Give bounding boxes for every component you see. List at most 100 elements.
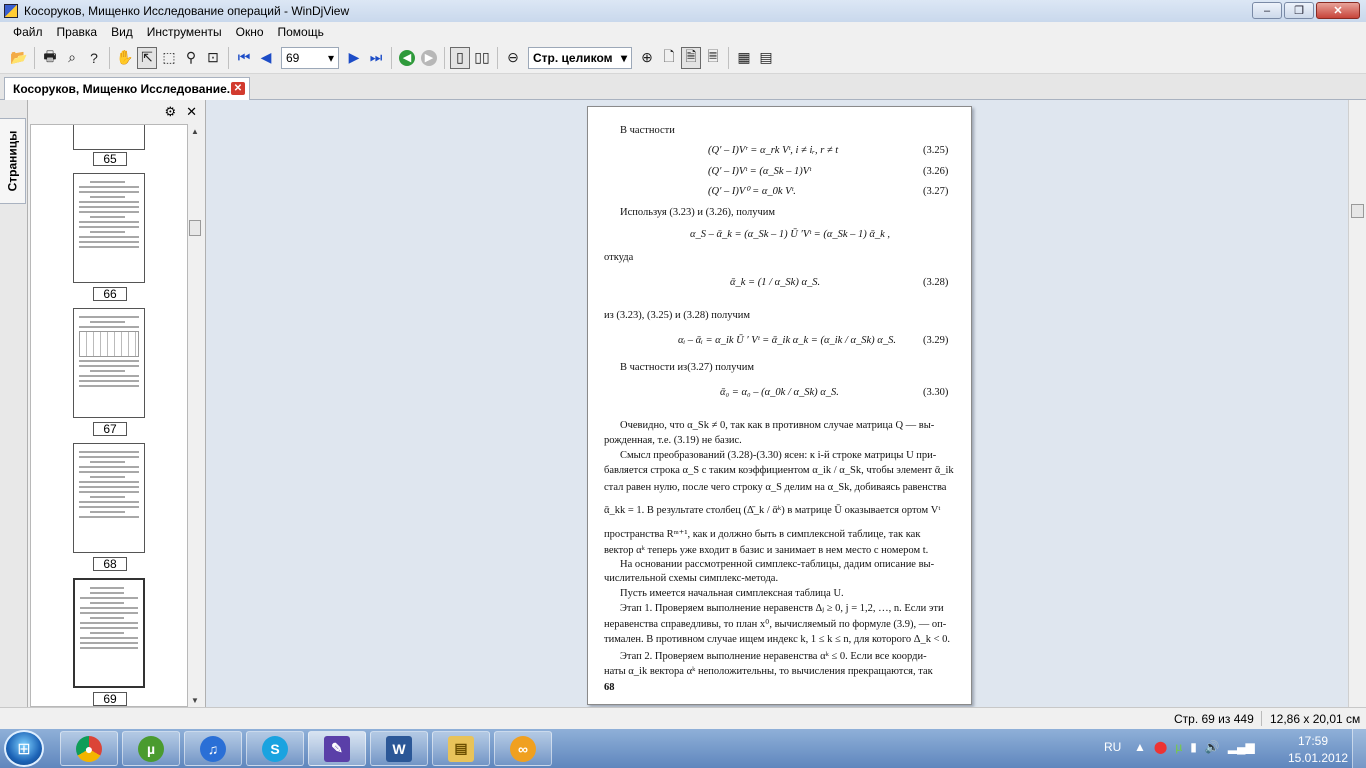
forward-icon[interactable]: ▶ [419, 47, 439, 69]
volume-icon[interactable]: 🔊 [1205, 740, 1220, 754]
taskbar-explorer[interactable]: ▤ [432, 731, 490, 766]
single-page-icon[interactable]: ▯ [450, 46, 470, 69]
tab-label: Косоруков, Мищенко Исследование... [13, 82, 237, 96]
thumbnails-panel: ⚙ ✕ 65 66 67 68 69 ▲ ▼ [28, 100, 206, 707]
thumbnail-label[interactable]: 67 [93, 422, 127, 436]
window-title: Косоруков, Мищенко Исследование операций… [24, 4, 350, 18]
zoom-in-icon[interactable]: ⊕ [637, 47, 657, 69]
two-pages-icon[interactable]: ▯▯ [472, 47, 492, 69]
open-file-icon[interactable]: 📂 [9, 47, 29, 69]
equation-number: (3.28) [923, 277, 949, 288]
toolbar-separator [728, 46, 729, 69]
system-tray: RU ▲ ⬤ µ ▮ 🔊 ▂▄▆ 17:59 15.01.2012 [1098, 729, 1366, 768]
color-mode-icon[interactable]: ▦ [734, 47, 754, 69]
clock-time[interactable]: 17:59 [1298, 734, 1328, 748]
menu-file[interactable]: Файл [6, 25, 50, 39]
toolbar-separator [109, 46, 110, 69]
scroll-down-icon[interactable]: ▼ [191, 696, 199, 705]
page-number-select[interactable]: 69 ▾ [281, 46, 339, 69]
next-page-icon[interactable]: ▶ [344, 47, 364, 69]
equation-number: (3.27) [923, 186, 949, 197]
taskbar-skype[interactable]: S [246, 731, 304, 766]
taskbar: ⊞ ● µ ♫ S ✎ W ▤ ∞ RU ▲ ⬤ µ ▮ 🔊 ▂▄▆ 17:59… [0, 729, 1366, 768]
close-icon[interactable]: ✕ [186, 104, 197, 120]
zoom-select[interactable]: Стр. целиком ▾ [528, 46, 632, 69]
device-icon[interactable]: ▮ [1190, 740, 1197, 754]
page-thumbnail[interactable] [73, 125, 145, 150]
status-page-size: 12,86 x 20,01 см [1270, 712, 1361, 726]
fit-page-icon[interactable]: 🗋 [659, 47, 679, 69]
last-page-icon[interactable]: ⏭ [366, 47, 386, 69]
clock-date[interactable]: 15.01.2012 [1288, 751, 1348, 765]
zoom-value: Стр. целиком [533, 50, 613, 65]
menu-window[interactable]: Окно [229, 25, 271, 39]
scroll-thumb[interactable] [189, 220, 201, 236]
skype-icon: S [262, 735, 288, 762]
rect-select-icon[interactable]: ⬚ [159, 47, 179, 69]
first-page-icon[interactable]: ⏮ [234, 47, 254, 69]
taskbar-itunes[interactable]: ♫ [184, 731, 242, 766]
gear-icon[interactable]: ⚙ [164, 104, 176, 120]
title-bar: Косоруков, Мищенко Исследование операций… [0, 0, 1366, 22]
page-thumbnail[interactable] [73, 173, 145, 283]
chevron-down-icon: ▾ [327, 50, 334, 65]
app-icon: ∞ [510, 735, 536, 762]
taskbar-utorrent[interactable]: µ [122, 731, 180, 766]
pages-tab-label: Страницы [5, 130, 20, 192]
back-icon[interactable]: ◀ [397, 47, 417, 69]
actual-size-icon[interactable]: 🗏 [703, 47, 723, 69]
page-number-value: 69 [286, 50, 300, 65]
show-hidden-icons-icon[interactable]: ▲ [1134, 740, 1146, 754]
language-indicator[interactable]: RU [1104, 740, 1121, 754]
menu-view[interactable]: Вид [104, 25, 140, 39]
menu-help[interactable]: Помощь [271, 25, 331, 39]
select-tool-icon[interactable]: ⇱ [137, 46, 157, 69]
hand-tool-icon[interactable]: ✋ [115, 47, 135, 69]
toolbar-separator [34, 46, 35, 69]
thumbnail-label[interactable]: 65 [93, 152, 127, 166]
tab-pages[interactable]: Страницы [0, 118, 26, 204]
magnify-rect-icon[interactable]: ⊡ [203, 47, 223, 69]
toolbar-separator [444, 46, 445, 69]
status-page: Стр. 69 из 449 [1174, 712, 1254, 726]
menu-bar: Файл Правка Вид Инструменты Окно Помощь [0, 22, 1366, 42]
taskbar-chrome[interactable]: ● [60, 731, 118, 766]
page-thumbnail[interactable] [73, 308, 145, 418]
thumbnail-label[interactable]: 66 [93, 287, 127, 301]
page-thumbnail[interactable] [73, 578, 145, 688]
scroll-up-icon[interactable]: ▲ [191, 127, 199, 136]
find-icon[interactable]: ⌕ [62, 47, 82, 69]
taskbar-app[interactable]: ∞ [494, 731, 552, 766]
start-button[interactable]: ⊞ [4, 730, 44, 767]
document-viewer[interactable]: В частности (Q′ – I)Vʳ = α_rk Vᵗ, i ≠ iᵣ… [210, 100, 1348, 707]
toolbar-separator [497, 46, 498, 69]
maximize-button[interactable]: ❐ [1284, 2, 1314, 19]
minimize-button[interactable]: ‒ [1252, 2, 1282, 19]
thumbnail-label[interactable]: 69 [93, 692, 127, 706]
show-desktop-button[interactable] [1352, 729, 1366, 768]
menu-edit[interactable]: Правка [50, 25, 105, 39]
prev-page-icon[interactable]: ◀ [256, 47, 276, 69]
thumbnail-label[interactable]: 68 [93, 557, 127, 571]
display-mode-icon[interactable]: ▤ [756, 47, 776, 69]
fit-width-icon[interactable]: 🗎 [681, 46, 701, 69]
page-thumbnail[interactable] [73, 443, 145, 553]
zoom-out-icon[interactable]: ⊖ [503, 47, 523, 69]
antivirus-icon[interactable]: ⬤ [1154, 740, 1167, 754]
close-button[interactable]: ✕ [1316, 2, 1360, 19]
main-scrollbar[interactable] [1348, 100, 1366, 707]
status-separator [1261, 711, 1262, 726]
utorrent-tray-icon[interactable]: µ [1175, 740, 1182, 754]
scroll-thumb[interactable] [1351, 204, 1364, 218]
network-icon[interactable]: ▂▄▆ [1228, 740, 1255, 754]
thumbnail-scrollbar[interactable]: ▲ ▼ [188, 124, 202, 707]
print-icon[interactable]: 🖶 [40, 47, 60, 69]
tab-document[interactable]: Косоруков, Мищенко Исследование... ✕ [4, 77, 250, 100]
toolbar-separator [228, 46, 229, 69]
zoom-icon[interactable]: ⚲ [181, 47, 201, 69]
taskbar-word[interactable]: W [370, 731, 428, 766]
help-icon[interactable]: ? [84, 47, 104, 69]
taskbar-windjview[interactable]: ✎ [308, 731, 366, 766]
menu-tools[interactable]: Инструменты [140, 25, 229, 39]
tab-close-icon[interactable]: ✕ [231, 82, 245, 95]
